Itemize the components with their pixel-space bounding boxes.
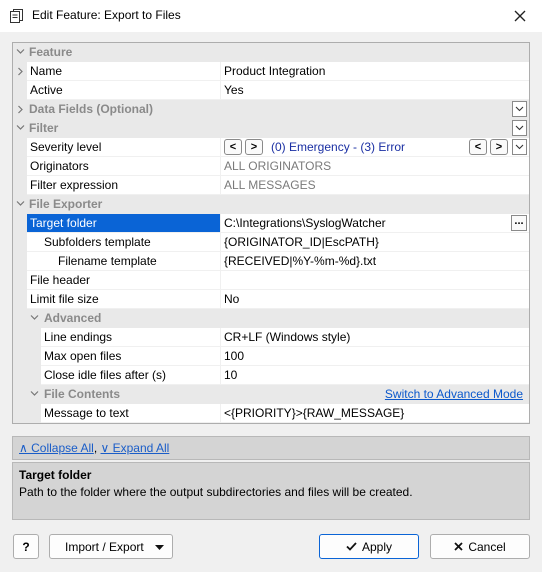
severity-prev-button-2[interactable]: <: [469, 139, 487, 155]
severity-next-button[interactable]: >: [245, 139, 263, 155]
property-label: Line endings: [44, 330, 113, 344]
category-filter[interactable]: Filter: [13, 119, 529, 138]
category-label: Advanced: [44, 311, 102, 325]
import-export-label: Import / Export: [65, 539, 144, 554]
collapse-arrow-icon[interactable]: [30, 313, 39, 322]
cancel-label: Cancel: [468, 539, 506, 554]
property-label: File header: [30, 273, 91, 287]
category-file-exporter[interactable]: File Exporter: [13, 195, 529, 214]
category-label: Filter: [29, 121, 59, 135]
property-row-filter-expression[interactable]: Filter expression ALL MESSAGES: [13, 176, 529, 195]
severity-value[interactable]: (0) Emergency - (3) Error: [271, 138, 405, 157]
collapse-all-link[interactable]: ∧ Collapse All: [19, 441, 94, 455]
description-text: Path to the folder where the output subd…: [19, 485, 413, 499]
expand-collapse-bar: ∧ Collapse All, ∨ Expand All: [12, 436, 530, 460]
dropdown-button[interactable]: [512, 101, 527, 117]
collapse-arrow-icon[interactable]: [30, 389, 39, 398]
collapse-arrow-icon[interactable]: [16, 47, 25, 56]
cancel-button[interactable]: Cancel: [430, 534, 530, 559]
property-label: Max open files: [44, 349, 122, 363]
property-value[interactable]: CR+LF (Windows style): [221, 328, 529, 347]
description-panel: Target folder Path to the folder where t…: [12, 462, 530, 520]
import-export-button[interactable]: Import / Export: [49, 534, 173, 559]
property-label: Target folder: [30, 216, 97, 230]
caret-down-icon: [155, 545, 164, 550]
property-value[interactable]: Yes: [221, 81, 529, 100]
dropdown-button[interactable]: [512, 139, 527, 155]
property-value[interactable]: C:\Integrations\SyslogWatcher: [221, 214, 529, 233]
property-row-originators[interactable]: Originators ALL ORIGINATORS: [13, 157, 529, 176]
expand-all-link[interactable]: ∨ Expand All: [101, 441, 170, 455]
close-icon: [454, 542, 463, 551]
category-advanced[interactable]: Advanced: [13, 309, 529, 328]
property-value[interactable]: No: [221, 290, 529, 309]
property-value[interactable]: {ORIGINATOR_ID|EscPATH}: [221, 233, 529, 252]
property-row-subfolders-template[interactable]: Subfolders template {ORIGINATOR_ID|EscPA…: [13, 233, 529, 252]
property-row-limit-file-size[interactable]: Limit file size No: [13, 290, 529, 309]
property-row-name[interactable]: Name Product Integration: [13, 62, 529, 81]
switch-advanced-mode-link[interactable]: Switch to Advanced Mode: [385, 385, 523, 404]
property-row-file-header[interactable]: File header: [13, 271, 529, 290]
apply-button[interactable]: Apply: [319, 534, 419, 559]
property-label: Limit file size: [30, 292, 99, 306]
property-value[interactable]: ALL MESSAGES: [221, 176, 529, 195]
category-label: Data Fields (Optional): [29, 102, 154, 116]
separator-comma: ,: [93, 441, 98, 455]
property-label: Close idle files after (s): [44, 368, 167, 382]
property-row-severity[interactable]: Severity level < > (0) Emergency - (3) E…: [13, 138, 529, 157]
help-button[interactable]: ?: [13, 534, 39, 559]
property-value[interactable]: ALL ORIGINATORS: [221, 157, 529, 176]
browse-button[interactable]: ...: [511, 215, 527, 231]
property-label: Originators: [30, 159, 89, 173]
window-title: Edit Feature: Export to Files: [32, 8, 181, 22]
title-bar: Edit Feature: Export to Files: [0, 0, 542, 32]
property-row-target-folder[interactable]: Target folder C:\Integrations\SyslogWatc…: [13, 214, 529, 233]
category-label: File Contents: [44, 387, 121, 401]
document-icon: [10, 9, 23, 23]
property-label: Active: [30, 83, 63, 97]
category-label: Feature: [29, 45, 73, 59]
description-title: Target folder: [19, 468, 92, 482]
property-row-active[interactable]: Active Yes: [13, 81, 529, 100]
property-value[interactable]: <{PRIORITY}>{RAW_MESSAGE}: [221, 404, 529, 423]
property-row-line-endings[interactable]: Line endings CR+LF (Windows style): [13, 328, 529, 347]
property-label: Message to text: [44, 406, 129, 420]
category-data-fields[interactable]: Data Fields (Optional): [13, 100, 529, 119]
expand-arrow-icon[interactable]: [16, 67, 25, 76]
property-value[interactable]: Product Integration: [221, 62, 529, 81]
property-value[interactable]: {RECEIVED|%Y-%m-%d}.txt: [221, 252, 529, 271]
property-label: Filename template: [58, 254, 157, 268]
collapse-arrow-icon[interactable]: [16, 199, 25, 208]
severity-next-button-2[interactable]: >: [490, 139, 508, 155]
checkmark-icon: [346, 542, 357, 551]
close-button[interactable]: [506, 3, 534, 29]
collapse-arrow-icon[interactable]: [16, 123, 25, 132]
category-file-contents[interactable]: File Contents Switch to Advanced Mode: [13, 385, 529, 404]
property-row-close-idle[interactable]: Close idle files after (s) 10: [13, 366, 529, 385]
chevron-down-icon: [515, 125, 524, 131]
dropdown-button[interactable]: [512, 120, 527, 136]
property-label: Filter expression: [30, 178, 119, 192]
property-value[interactable]: [221, 271, 529, 290]
property-row-max-open-files[interactable]: Max open files 100: [13, 347, 529, 366]
property-value[interactable]: 100: [221, 347, 529, 366]
property-label: Name: [30, 64, 63, 78]
apply-label: Apply: [361, 539, 393, 554]
chevron-down-icon: [515, 106, 524, 112]
category-feature[interactable]: Feature: [13, 43, 529, 62]
property-grid: Feature Name Product Integration Active …: [12, 42, 530, 424]
close-icon: [514, 10, 526, 22]
chevron-down-icon: [515, 144, 524, 150]
category-label: File Exporter: [29, 197, 103, 211]
property-label: Subfolders template: [44, 235, 151, 249]
property-row-message-to-text[interactable]: Message to text <{PRIORITY}>{RAW_MESSAGE…: [13, 404, 529, 423]
property-value[interactable]: 10: [221, 366, 529, 385]
property-row-filename-template[interactable]: Filename template {RECEIVED|%Y-%m-%d}.tx…: [13, 252, 529, 271]
property-label: Severity level: [30, 140, 102, 154]
severity-prev-button[interactable]: <: [224, 139, 242, 155]
expand-arrow-icon[interactable]: [16, 105, 25, 114]
